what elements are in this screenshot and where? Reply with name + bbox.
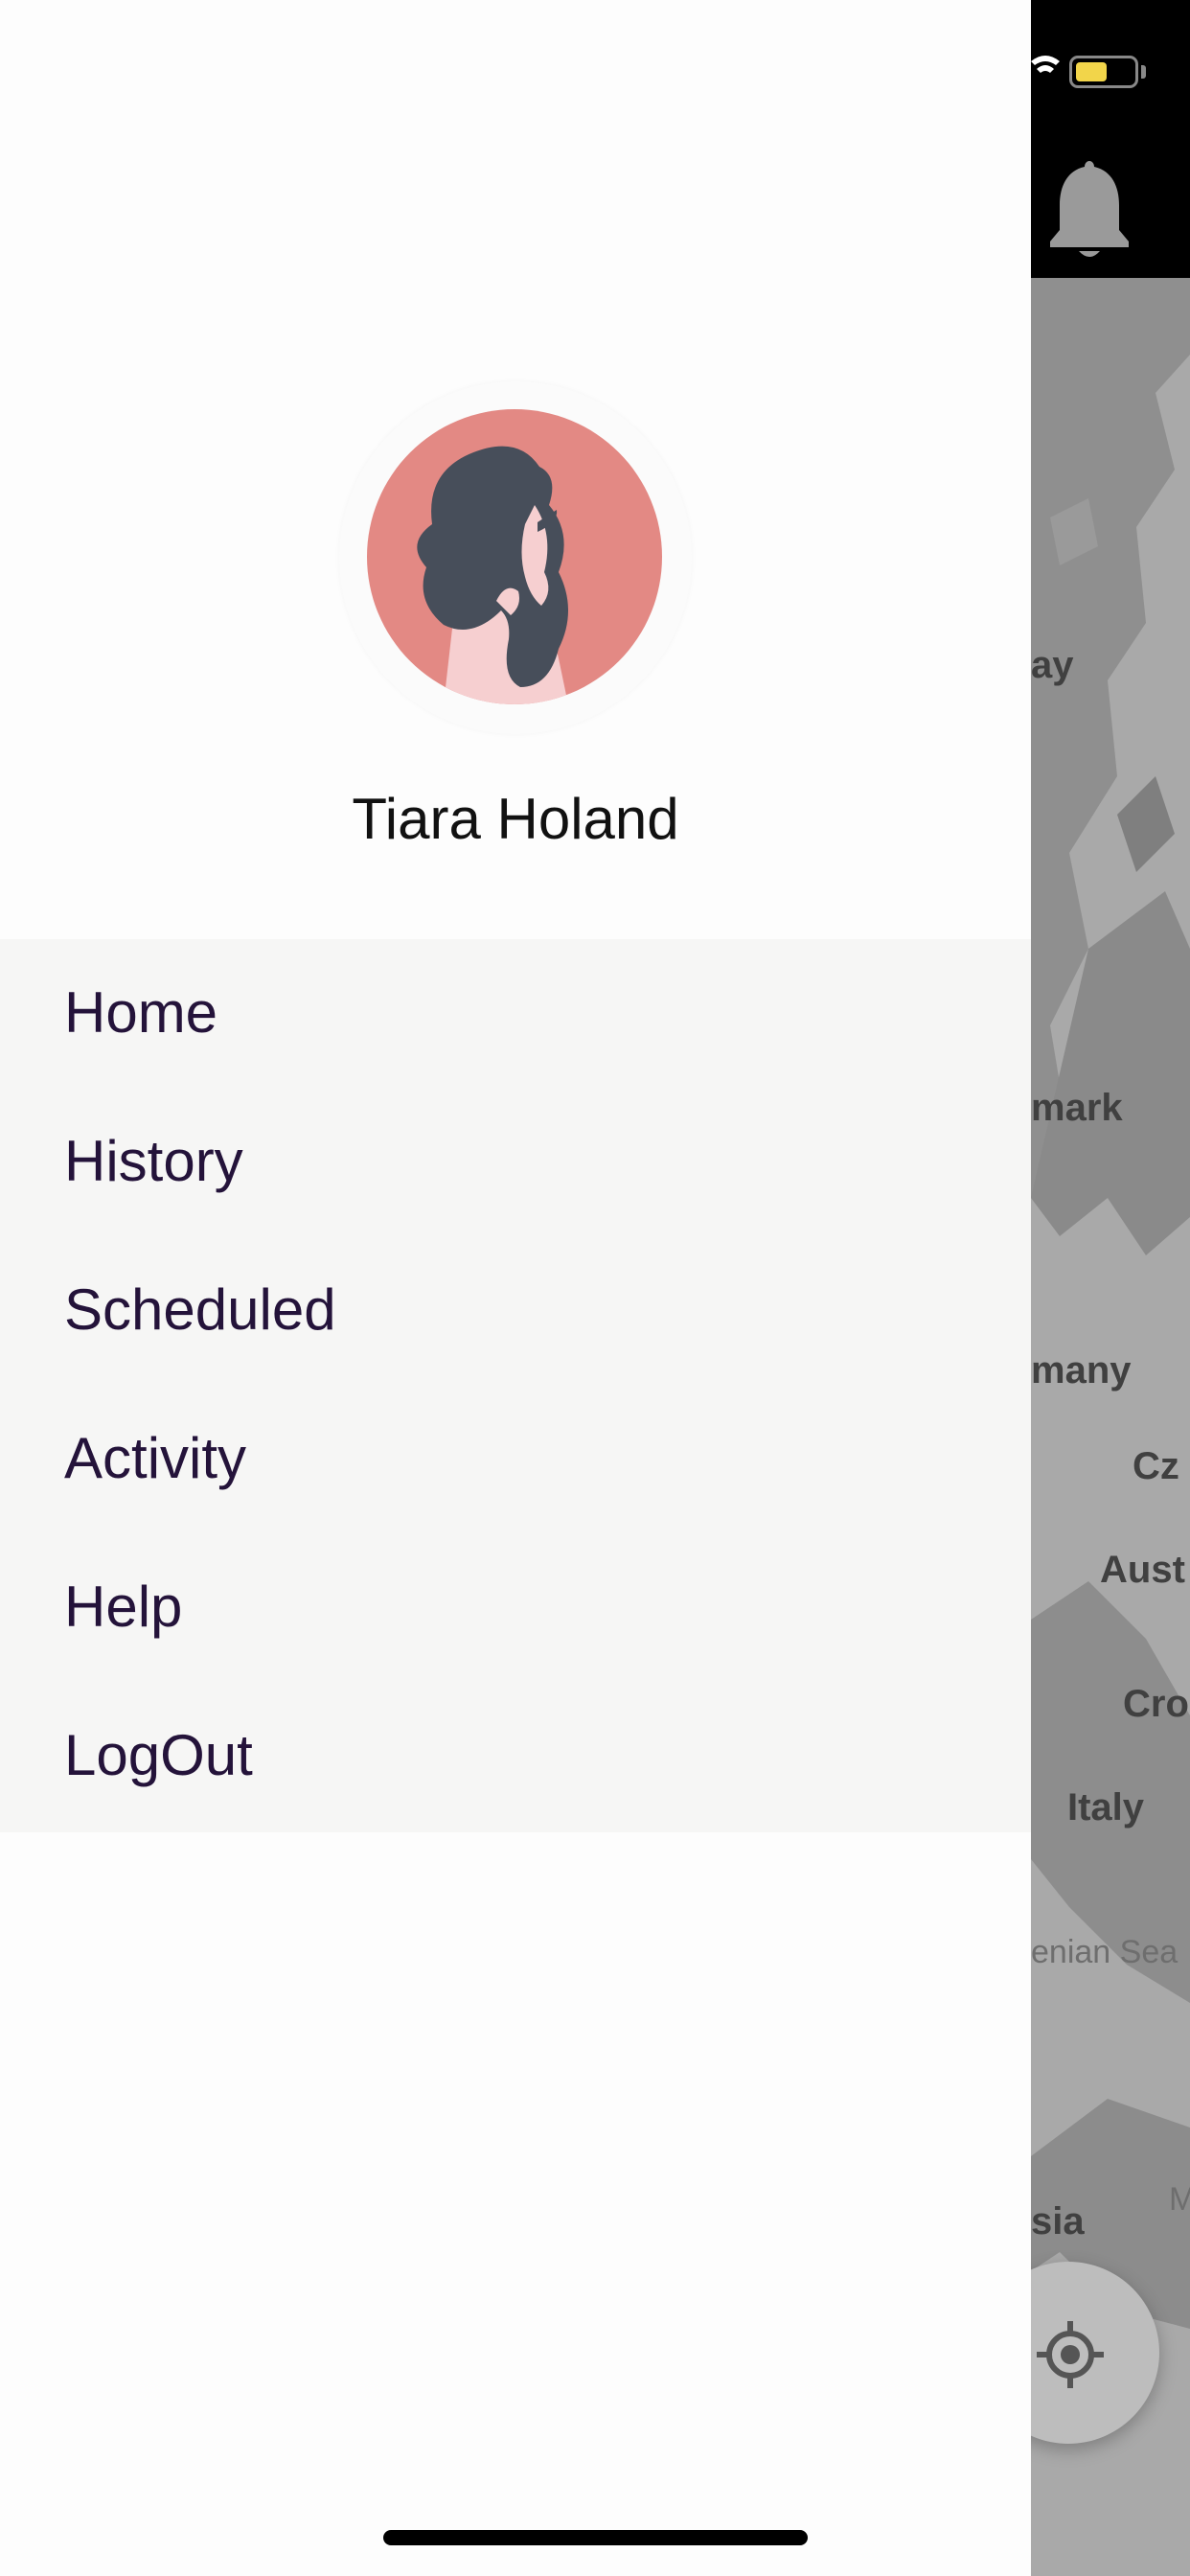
menu-item-label: LogOut	[64, 1723, 253, 1787]
menu-item-label: Activity	[64, 1426, 247, 1490]
map-label-austria: Aust	[1100, 1549, 1185, 1591]
menu-item-activity[interactable]: Activity	[0, 1385, 1031, 1533]
battery-tip	[1141, 65, 1146, 79]
navigation-drawer: Tiara Holand Home History Scheduled Acti…	[0, 0, 1031, 2576]
home-indicator	[383, 2530, 808, 2545]
drawer-menu: Home History Scheduled Activity Help Log…	[0, 939, 1031, 1832]
menu-item-label: Scheduled	[64, 1277, 336, 1342]
map-label-czech: Cz	[1133, 1445, 1179, 1487]
wifi-icon	[1031, 56, 1060, 73]
locate-icon	[1037, 2321, 1104, 2388]
map-label-norway: ay	[1031, 644, 1074, 686]
map-view[interactable]: ay mark many Cz Aust Cro Italy enian Sea…	[1031, 0, 1190, 2576]
map-label-croatia: Cro	[1123, 1683, 1189, 1725]
map-label-tyrrhenian-sea: enian Sea	[1031, 1934, 1179, 1970]
avatar-illustration	[417, 446, 568, 704]
map-label-m: M	[1169, 2181, 1190, 2218]
user-name: Tiara Holand	[352, 787, 679, 851]
battery-level	[1076, 62, 1107, 81]
menu-item-label: History	[64, 1129, 243, 1193]
map-label-tunisia: sia	[1031, 2200, 1085, 2242]
map-label-denmark: mark	[1031, 1087, 1123, 1129]
battery-icon	[1069, 56, 1138, 88]
avatar[interactable]	[367, 409, 662, 704]
menu-item-label: Home	[64, 980, 218, 1045]
map-label-italy: Italy	[1067, 1786, 1145, 1828]
menu-item-home[interactable]: Home	[0, 939, 1031, 1088]
menu-item-help[interactable]: Help	[0, 1533, 1031, 1682]
menu-item-label: Help	[64, 1575, 183, 1639]
bell-icon[interactable]	[1046, 155, 1133, 261]
menu-item-logout[interactable]: LogOut	[0, 1682, 1031, 1830]
menu-item-scheduled[interactable]: Scheduled	[0, 1236, 1031, 1385]
menu-item-history[interactable]: History	[0, 1088, 1031, 1236]
map-label-germany: many	[1031, 1349, 1132, 1392]
